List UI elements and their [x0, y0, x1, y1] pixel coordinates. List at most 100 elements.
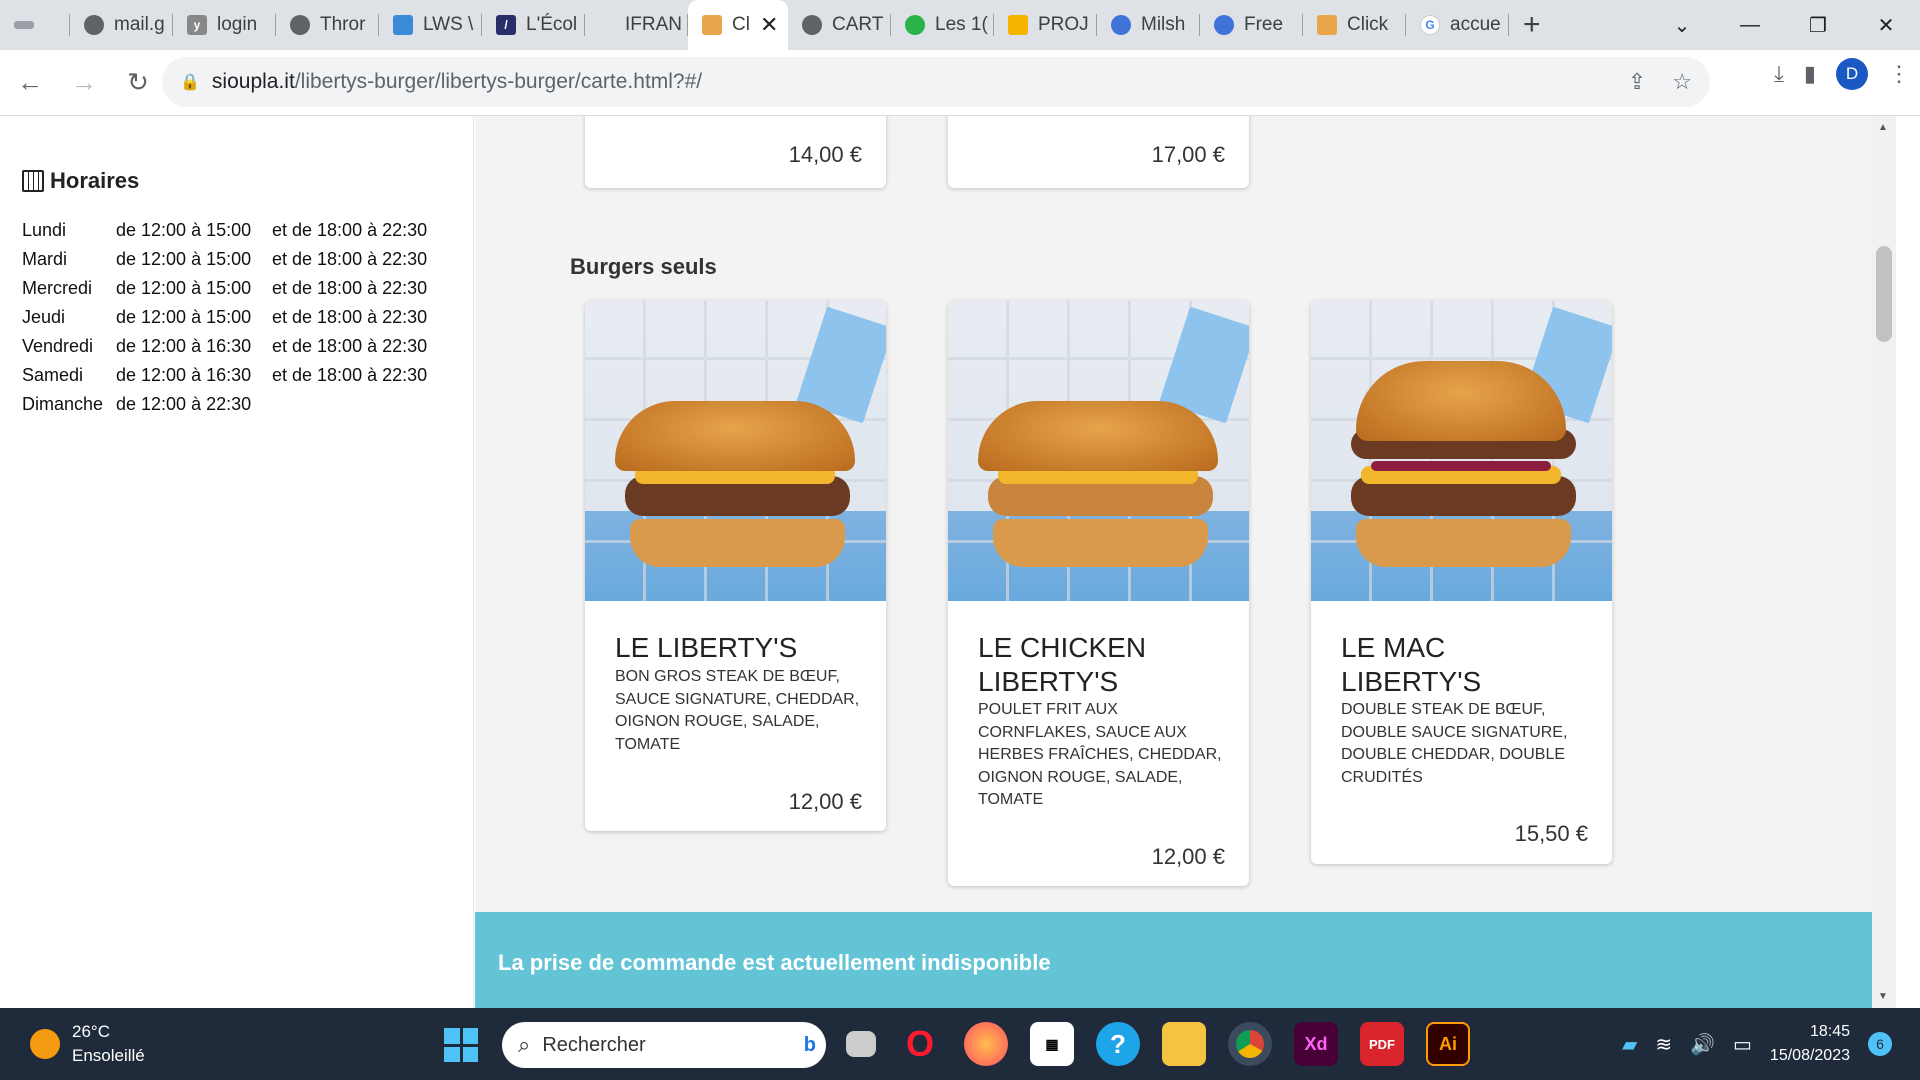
browser-tab[interactable]: IFRAN [585, 0, 688, 50]
weather-widget[interactable]: 26°C Ensoleillé [30, 1020, 145, 1068]
hours-range-2: et de 18:00 à 22:30 [272, 220, 428, 240]
tab-label: Thror [320, 14, 366, 35]
browser-tab[interactable]: PROJ [994, 0, 1097, 50]
browser-tab[interactable]: Les 1( [891, 0, 994, 50]
hours-range-2: et de 18:00 à 22:30 [272, 249, 428, 269]
pdf-icon[interactable]: PDF [1360, 1022, 1404, 1066]
tab-label: Click [1347, 14, 1389, 35]
browser-tab-bar: mail.g y login Thror LWS \ / L'Écol IFRAN … [0, 0, 1920, 50]
product-description: DOUBLE STEAK DE BŒUF, DOUBLE SAUCE SIGNA… [1341, 701, 1568, 786]
notification-badge[interactable]: 6 [1868, 1032, 1892, 1056]
firefox-icon[interactable] [964, 1022, 1008, 1066]
bookmark-star-icon[interactable]: ☆ [1672, 69, 1692, 95]
task-view-icon[interactable] [846, 1031, 876, 1057]
hours-range-1: de 12:00 à 16:30 [116, 365, 252, 385]
hours-day: Samedi [22, 365, 84, 385]
back-icon[interactable]: ← [6, 59, 54, 107]
tab-label: Free [1244, 14, 1284, 35]
clock-time: 18:45 [1809, 1023, 1850, 1040]
file-explorer-icon[interactable] [1162, 1022, 1206, 1066]
opera-icon[interactable]: O [898, 1022, 942, 1066]
product-card[interactable]: LE CHICKEN LIBERTY'S POULET FRIT AUX COR… [948, 301, 1249, 886]
hours-table: Lundi de 12:00 à 15:00 et de 18:00 à 22:30… [22, 216, 427, 419]
scroll-down-icon[interactable]: ▼ [1878, 991, 1888, 1002]
forward-icon[interactable]: → [60, 59, 108, 107]
battery-icon[interactable]: ▭ [1733, 1032, 1752, 1057]
chrome-icon[interactable] [1228, 1022, 1272, 1066]
hours-day: Dimanche [22, 394, 104, 414]
product-card[interactable]: 14,00 € [585, 116, 886, 188]
product-card[interactable]: LE LIBERTY'S BON GROS STEAK DE BŒUF, SAU… [585, 301, 886, 831]
url-host: sioupla.it [211, 70, 295, 93]
adobe-xd-icon[interactable]: Xd [1294, 1022, 1338, 1066]
scroll-up-icon[interactable]: ▲ [1878, 122, 1888, 133]
download-icon[interactable]: ⤓ [1774, 61, 1784, 87]
google-icon: G [1420, 15, 1440, 35]
product-description: BON GROS STEAK DE BŒUF, SAUCE SIGNATURE,… [615, 668, 860, 753]
product-price: 14,00 € [788, 142, 862, 167]
chat-icon[interactable]: ▰ [1622, 1032, 1637, 1057]
browser-tab[interactable]: Thror [276, 0, 379, 50]
hours-range-2: et de 18:00 à 22:30 [272, 365, 428, 385]
browser-tab-active[interactable]: Cl ✕ [688, 0, 788, 50]
side-panel-icon[interactable]: ▮ [1804, 61, 1816, 87]
clock[interactable]: 18:45 15/08/2023 [1770, 1020, 1850, 1068]
browser-tab[interactable]: LWS \ [379, 0, 482, 50]
hours-heading: Horaires [22, 168, 139, 194]
browser-tab[interactable]: Free [1200, 0, 1303, 50]
hours-range-2: et de 18:00 à 22:30 [272, 336, 428, 356]
hours-range-1: de 12:00 à 22:30 [116, 394, 252, 414]
product-card[interactable]: LE MAC LIBERTY'S DOUBLE STEAK DE BŒUF, D… [1311, 301, 1612, 864]
help-icon[interactable]: ? [1096, 1022, 1140, 1066]
scrollbar-thumb[interactable] [1876, 246, 1892, 342]
product-price: 17,00 € [1151, 142, 1225, 167]
close-tab-icon[interactable]: ✕ [760, 12, 778, 38]
taskbar-search[interactable]: ⌕ Rechercher b [502, 1022, 826, 1068]
tab-label: accue [1450, 14, 1501, 35]
store-icon[interactable]: ▦ [1030, 1022, 1074, 1066]
product-description: POULET FRIT AUX CORNFLAKES, SAUCE AUX HE… [978, 701, 1222, 808]
burger-icon [1317, 15, 1337, 35]
wifi-icon[interactable]: ≋ [1655, 1032, 1672, 1057]
product-card[interactable]: 17,00 € [948, 116, 1249, 188]
lock-icon[interactable]: 🔒 [180, 72, 200, 92]
robot-icon [1111, 15, 1131, 35]
hours-row: Dimanche de 12:00 à 22:30 [22, 390, 427, 419]
address-toolbar: ← → ↻ 🔒 sioupla.it /libertys-burger/libe… [0, 50, 1920, 116]
banner-text: La prise de commande est actuellement in… [498, 950, 1051, 975]
window-controls: ⌄ — ❐ ✕ [1648, 0, 1920, 50]
hours-title: Horaires [50, 168, 140, 193]
burger-icon [702, 15, 722, 35]
slash-icon: / [496, 15, 516, 35]
browser-tab[interactable]: / L'Écol [482, 0, 585, 50]
browser-tab[interactable] [0, 0, 70, 50]
tab-label: Les 1( [935, 14, 988, 35]
tab-label: PROJ [1038, 14, 1089, 35]
sun-icon [30, 1029, 60, 1059]
browser-tab[interactable]: Gaccue [1406, 0, 1509, 50]
close-window-icon[interactable]: ✕ [1852, 0, 1920, 50]
illustrator-icon[interactable]: Ai [1426, 1022, 1470, 1066]
browser-tab[interactable]: Click [1303, 0, 1406, 50]
product-price: 15,50 € [1514, 821, 1588, 846]
restore-icon[interactable]: ❐ [1784, 0, 1852, 50]
reload-icon[interactable]: ↻ [114, 59, 162, 107]
slides-icon [1008, 15, 1028, 35]
browser-tab[interactable]: Milsh [1097, 0, 1200, 50]
browser-tab[interactable]: CART [788, 0, 891, 50]
browser-tab[interactable]: y login [173, 0, 276, 50]
page-scrollbar[interactable]: ▲ ▼ [1872, 116, 1896, 1008]
menu-area: 14,00 € 17,00 € Burgers seuls LE LIBERTY… [475, 116, 1896, 1008]
volume-icon[interactable]: 🔊 [1690, 1032, 1715, 1057]
tab-search-icon[interactable]: ⌄ [1648, 0, 1716, 50]
windows-start-icon[interactable] [444, 1028, 478, 1062]
url-bar[interactable]: 🔒 sioupla.it /libertys-burger/libertys-b… [162, 57, 1710, 107]
minimize-icon[interactable]: — [1716, 0, 1784, 50]
new-tab-icon[interactable]: + [1523, 8, 1541, 42]
tab-label: Milsh [1141, 14, 1186, 35]
browser-tab[interactable]: mail.g [70, 0, 173, 50]
profile-avatar[interactable]: D [1836, 58, 1868, 90]
menu-kebab-icon[interactable]: ⋮ [1888, 61, 1910, 87]
share-icon[interactable]: ⇪ [1628, 69, 1646, 95]
burger-photo [1311, 301, 1612, 601]
